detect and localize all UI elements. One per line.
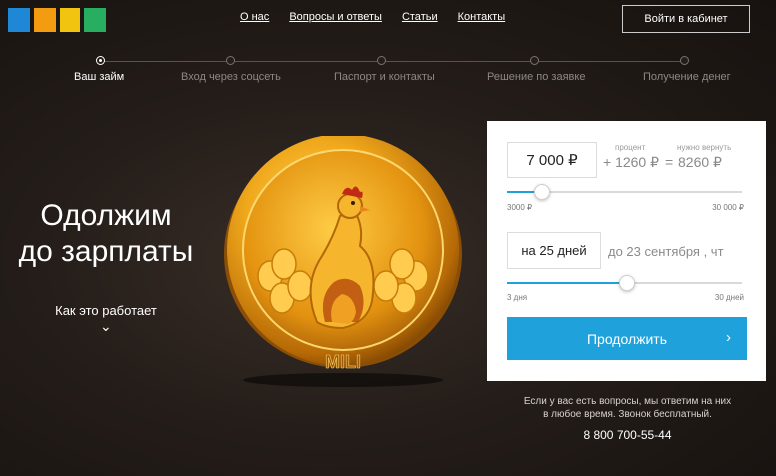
term-min: 3 дня <box>507 293 528 302</box>
hero-title: Одолжим до зарплаты <box>0 198 212 270</box>
chevron-down-icon[interactable]: ⌄ <box>100 318 112 335</box>
term-max: 30 дней <box>714 293 744 302</box>
chevron-right-icon: › <box>726 329 731 346</box>
term-slider-handle[interactable] <box>618 275 635 291</box>
term-input[interactable]: на 25 дней <box>507 232 601 269</box>
support-note-line2: в любое время. Звонок бесплатный. <box>543 409 712 420</box>
hero-title-line2: до зарплаты <box>18 235 194 268</box>
loan-calculator: 7 000 ₽ процент нужно вернуть + 1260 ₽ =… <box>487 121 766 381</box>
login-button[interactable]: Войти в кабинет <box>622 5 750 33</box>
step-dot-1 <box>96 56 105 65</box>
main-nav: О нас Вопросы и ответы Статьи Контакты <box>240 11 505 23</box>
return-value: 8260 ₽ <box>678 154 722 170</box>
coin-text: MILI <box>325 352 361 372</box>
mili-logo-icon <box>8 8 106 32</box>
nav-faq[interactable]: Вопросы и ответы <box>289 11 382 23</box>
support-note: Если у вас есть вопросы, мы ответим на н… <box>488 395 767 421</box>
nav-contacts[interactable]: Контакты <box>458 11 506 23</box>
coin-illustration: MILI <box>222 134 464 388</box>
term-slider-fill <box>507 282 627 284</box>
continue-button[interactable]: Продолжить › <box>507 317 747 360</box>
step-dot-4 <box>530 56 539 65</box>
step-label-decision: Решение по заявке <box>487 71 586 83</box>
amount-slider-handle[interactable] <box>534 184 551 200</box>
step-dot-2 <box>226 56 235 65</box>
continue-label: Продолжить <box>586 330 668 347</box>
percent-caption: процент <box>615 143 646 152</box>
amount-input[interactable]: 7 000 ₽ <box>507 142 597 178</box>
steps-line <box>100 61 684 62</box>
step-dot-5 <box>680 56 689 65</box>
support-note-line1: Если у вас есть вопросы, мы ответим на н… <box>523 396 732 407</box>
equals-sign: = <box>665 154 674 170</box>
amount-max: 30 000 ₽ <box>712 203 744 212</box>
return-caption: нужно вернуть <box>677 143 732 152</box>
step-label-social: Вход через соцсеть <box>181 71 281 83</box>
nav-about[interactable]: О нас <box>240 11 269 23</box>
phone-number[interactable]: 8 800 700-55-44 <box>488 428 767 442</box>
step-label-payout: Получение денег <box>643 71 731 83</box>
step-label-passport: Паспорт и контакты <box>334 71 435 83</box>
how-it-works-link[interactable]: Как это работает <box>0 303 212 318</box>
step-dot-3 <box>377 56 386 65</box>
amount-min: 3000 ₽ <box>507 203 533 212</box>
coin-image: MILI <box>224 134 462 387</box>
due-date: до 23 сентября , чт <box>608 244 724 259</box>
logo[interactable] <box>8 6 106 32</box>
percent-value: + 1260 ₽ <box>603 154 660 170</box>
nav-articles[interactable]: Статьи <box>402 11 438 23</box>
hero-title-line1: Одолжим <box>40 199 172 232</box>
step-label-loan: Ваш займ <box>74 71 125 83</box>
